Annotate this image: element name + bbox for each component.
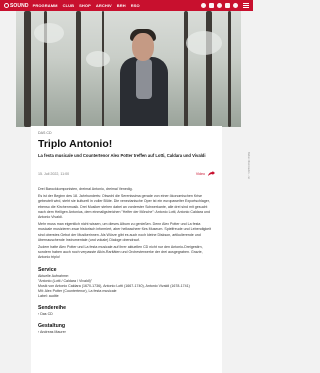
- nav-item-brh[interactable]: BRH: [117, 3, 126, 8]
- nav-item-programm[interactable]: PROGRAMM: [33, 3, 58, 8]
- sendereihe-section: Sendereihe › Das CD: [38, 305, 215, 317]
- article-kicker: DAS CD: [38, 131, 52, 135]
- publish-date: 15. Juli 2022, 11:00: [38, 172, 70, 177]
- nav-item-shop[interactable]: SHOP: [79, 3, 91, 8]
- nav-item-archiv[interactable]: ARCHIV: [96, 3, 112, 8]
- paragraph: Drei Barockkomponisten, dreimal Antonio,…: [38, 187, 133, 192]
- menu-icon[interactable]: [243, 3, 249, 8]
- youtube-icon[interactable]: [225, 3, 230, 8]
- sendereihe-link[interactable]: › Das CD: [38, 312, 215, 317]
- article-title: Triplo Antonio!: [38, 138, 113, 150]
- twitter-icon[interactable]: [217, 3, 222, 8]
- nav-item-club[interactable]: CLUB: [63, 3, 75, 8]
- article-body: Drei Barockkomponisten, dreimal Antonio,…: [38, 187, 215, 261]
- search-icon[interactable]: [233, 3, 238, 8]
- logo-icon: [4, 3, 9, 8]
- article-subtitle: La festa musicale und Countertenor Alex …: [38, 153, 206, 159]
- facebook-icon[interactable]: [201, 3, 206, 8]
- paragraph: Es ist der Beginn des 18. Jahrhunderts: …: [38, 194, 210, 220]
- instagram-icon[interactable]: [209, 3, 214, 8]
- nav-item-rso[interactable]: RSO: [131, 3, 140, 8]
- paragraph: Mehr muss man eigentlich nicht wissen, u…: [38, 222, 211, 242]
- service-heading: Service: [38, 266, 57, 273]
- paragraph: Zudem hatte Alex Potter und La festa mus…: [38, 245, 203, 260]
- video-label: Video: [195, 172, 205, 177]
- gestaltung-heading: Gestaltung: [38, 322, 66, 329]
- hero-image: [16, 11, 241, 127]
- social-icons: [201, 3, 249, 8]
- top-navigation-bar: SOUND PROGRAMM CLUB SHOP ARCHIV BRH RSO: [0, 0, 253, 11]
- service-line: Label: audite: [38, 293, 59, 298]
- logo-text: SOUND: [10, 2, 29, 9]
- sendereihe-heading: Sendereihe: [38, 304, 66, 311]
- gestaltung-link[interactable]: › Andreas Maurer: [38, 330, 215, 335]
- gestaltung-section: Gestaltung › Andreas Maurer: [38, 323, 215, 335]
- service-line: Musik von Antonio Caldara (1670-1736), A…: [38, 283, 190, 288]
- share-icon[interactable]: [208, 171, 215, 177]
- site-logo[interactable]: SOUND: [4, 3, 29, 9]
- image-credit: Ballon Oberstaufen ...ter: [247, 152, 250, 180]
- article-card: DAS CD Triplo Antonio! La festa musicale…: [31, 126, 222, 373]
- main-menu: PROGRAMM CLUB SHOP ARCHIV BRH RSO: [33, 3, 140, 8]
- page: SOUND PROGRAMM CLUB SHOP ARCHIV BRH RSO: [0, 0, 253, 373]
- article-meta: 15. Juli 2022, 11:00 Video: [38, 171, 215, 177]
- service-section: Service Aktuelle Aufnahme: "Antonio (Lot…: [38, 267, 215, 299]
- video-link[interactable]: Video: [196, 171, 215, 177]
